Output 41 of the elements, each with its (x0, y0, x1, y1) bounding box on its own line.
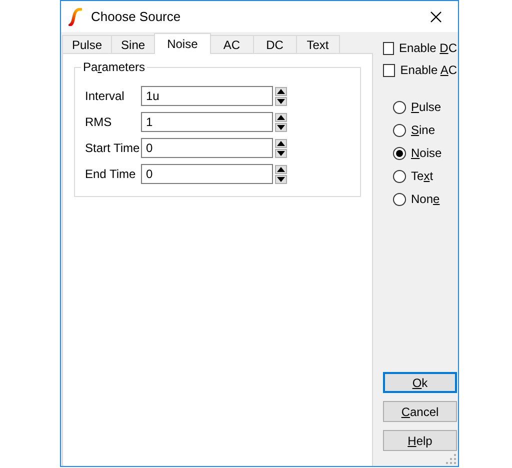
radio-button[interactable] (393, 192, 406, 206)
radio-button[interactable] (393, 146, 406, 160)
radio-label[interactable]: Noise (411, 146, 442, 160)
tab[interactable]: Pulse (62, 35, 112, 53)
field-label: RMS (85, 115, 113, 129)
dialog-button[interactable]: Help (383, 430, 457, 451)
field-label: Start Time (85, 141, 141, 155)
dialog-button[interactable]: Ok (383, 372, 457, 393)
checkbox-label[interactable]: Enable DC (398, 41, 457, 55)
input-field[interactable]: 1u (141, 86, 273, 106)
spin-down-button[interactable] (275, 122, 287, 132)
spin-down-button[interactable] (275, 174, 287, 184)
field-label: End Time (85, 167, 137, 181)
checkbox[interactable] (383, 42, 394, 54)
checkbox[interactable] (383, 64, 396, 76)
radio-label[interactable]: Text (411, 169, 434, 183)
tab[interactable]: Text (296, 35, 340, 53)
spin-up-button[interactable] (275, 164, 287, 174)
group-title: Parameters (81, 60, 148, 74)
input-field[interactable]: 0 (141, 164, 273, 184)
tab[interactable]: Noise (154, 33, 211, 54)
close-icon (430, 10, 442, 22)
resize-grip-icon[interactable] (446, 454, 456, 464)
radio-button[interactable] (393, 170, 406, 182)
field-label: Interval (85, 89, 126, 103)
radio-button[interactable] (393, 100, 406, 114)
input-field[interactable]: 0 (141, 138, 273, 158)
radio-label[interactable]: Pulse (411, 100, 442, 114)
spin-down-button[interactable] (275, 148, 287, 158)
window-title: Choose Source (91, 9, 181, 24)
spin-up-button[interactable] (275, 112, 287, 122)
input-field[interactable]: 1 (141, 112, 273, 132)
spin-down-button[interactable] (275, 96, 287, 106)
app-logo-icon (68, 8, 82, 26)
radio-button[interactable] (393, 124, 406, 136)
radio-label[interactable]: Sine (411, 123, 436, 137)
dialog-button[interactable]: Cancel (383, 401, 457, 422)
radio-label[interactable]: None (411, 192, 440, 206)
spin-up-button[interactable] (275, 86, 287, 96)
spin-up-button[interactable] (275, 138, 287, 148)
checkbox-label[interactable]: Enable AC (400, 63, 457, 77)
